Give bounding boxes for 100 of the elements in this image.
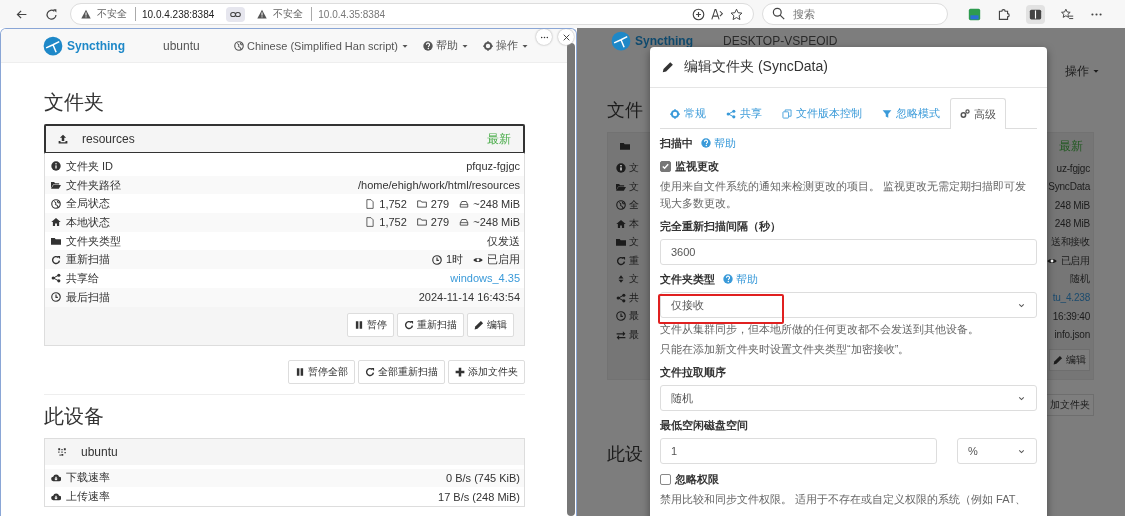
pencil-icon xyxy=(474,319,484,330)
help-text: 只能在添加新文件夹时设置文件夹类型“加密接收”。 xyxy=(660,342,911,357)
row-value: uz-fgjgc xyxy=(1056,162,1090,174)
dropdown[interactable]: 随机 xyxy=(660,385,1037,411)
device-icon xyxy=(57,446,67,457)
info-icon xyxy=(616,163,626,174)
folder-global-button[interactable]: 暂停全部 xyxy=(288,359,355,384)
close-icon xyxy=(561,32,571,42)
size-value: ~248 MiB xyxy=(473,197,520,210)
row-label: 全 xyxy=(629,198,639,213)
row-label: 共享给 xyxy=(66,270,99,286)
folder-header[interactable]: resources 最新 xyxy=(44,124,525,154)
refresh-icon xyxy=(51,254,61,265)
tab[interactable]: 高级 xyxy=(950,98,1006,129)
row-label: 重 xyxy=(629,253,639,268)
warning-icon xyxy=(81,9,91,19)
row-value: 2024-11-14 16:43:54 xyxy=(418,291,520,304)
scrollbar[interactable] xyxy=(567,43,575,516)
globe-icon xyxy=(616,200,626,211)
globe-icon xyxy=(51,198,61,209)
row-value: 仅发送 xyxy=(487,233,520,249)
close-button[interactable] xyxy=(558,29,574,45)
section-heading: 此设备 xyxy=(44,403,104,429)
field-label: 扫描中 xyxy=(660,135,693,151)
row-value: 16:39:40 xyxy=(1052,310,1090,322)
row-label: 文 xyxy=(629,161,639,176)
section-heading: 文件夹 xyxy=(44,90,104,115)
folder-icon xyxy=(51,236,61,247)
file-count: 1,752 xyxy=(379,197,407,210)
syncthing-logo[interactable]: Syncthing xyxy=(43,35,125,56)
clock-icon xyxy=(431,254,442,265)
folder-action-button[interactable]: 编辑 xyxy=(467,312,514,337)
text-field[interactable]: 1 xyxy=(660,438,937,464)
filter-icon xyxy=(882,108,892,119)
search-icon xyxy=(772,7,785,20)
checkbox[interactable] xyxy=(660,473,671,485)
rescan-interval: 1时 xyxy=(445,252,463,268)
folder-global-button[interactable]: 添加文件夹 xyxy=(448,359,525,384)
help-text: 禁用比较和同步文件权限。 适用于不存在或自定义权限的系统（例如 FAT、 xyxy=(660,492,1028,507)
field-label: 文件夹类型 xyxy=(660,271,715,287)
nav-menu: 操作 xyxy=(1065,62,1089,80)
read-aloud-icon xyxy=(711,7,724,21)
help-text: 文件从集群同步，但本地所做的任何更改都不会发送到其他设备。 xyxy=(660,322,980,337)
folder-action-button[interactable]: 重新扫描 xyxy=(397,312,464,337)
question-icon xyxy=(723,274,733,284)
row-value: info.json xyxy=(1054,329,1090,341)
folder-action-button[interactable]: 暂停 xyxy=(347,312,394,337)
caret-icon xyxy=(1092,67,1100,75)
folder-count: 279 xyxy=(430,197,450,210)
cloud-icon xyxy=(51,491,61,502)
row-value: SyncData xyxy=(1048,181,1090,193)
folder-status: 最新 xyxy=(1059,137,1083,155)
nav-menu[interactable]: Chinese (Simplified Han script) xyxy=(234,39,409,52)
clock-icon xyxy=(51,292,61,303)
copy-icon xyxy=(782,108,792,119)
row-label: 全局状态 xyxy=(66,196,110,212)
security-label: 不安全 xyxy=(97,7,136,21)
search-field[interactable]: 搜索 xyxy=(762,3,948,25)
device-name: ubuntu xyxy=(163,38,200,53)
unit-dropdown[interactable]: % xyxy=(957,438,1037,464)
share-icon xyxy=(51,273,61,284)
nav-menu[interactable]: 帮助 xyxy=(423,38,469,53)
row-label: 文件夹 ID xyxy=(66,158,114,174)
address-bar[interactable]: 不安全 10.0.4.238:8384 不安全 10.0.4.35:8384 xyxy=(70,3,754,25)
drive-icon xyxy=(459,198,470,209)
nav-menu[interactable]: 操作 xyxy=(483,38,529,53)
pencil-icon xyxy=(662,61,674,73)
text-field[interactable]: 3600 xyxy=(660,239,1037,265)
checkbox[interactable] xyxy=(660,160,671,172)
exchange-icon xyxy=(616,329,626,340)
section-heading: 此设 xyxy=(607,443,643,466)
field-label: 文件拉取顺序 xyxy=(660,364,726,380)
syncthing-logo: Syncthing xyxy=(611,31,693,51)
gear-icon xyxy=(483,40,493,51)
split-screen-icon xyxy=(1029,7,1042,21)
row-value: 17 B/s (248 MiB) xyxy=(438,490,520,503)
row-label: 文 xyxy=(629,179,639,194)
row-label: 本地状态 xyxy=(66,214,110,230)
share-icon xyxy=(616,292,626,303)
star-icon xyxy=(730,7,743,21)
row-value: 0 B/s (745 KiB) xyxy=(446,471,520,484)
refresh-icon xyxy=(616,255,626,266)
warning-icon xyxy=(257,9,268,19)
clock-icon xyxy=(616,311,626,322)
logo-icon xyxy=(43,35,63,56)
row-label: 文件夹类型 xyxy=(66,233,121,249)
plus-icon xyxy=(455,366,465,377)
gear-icon xyxy=(670,108,680,119)
favorites-icon xyxy=(1061,7,1074,21)
pencil-icon xyxy=(1053,355,1063,365)
pause-icon xyxy=(354,319,364,330)
checkbox-label: 忽略权限 xyxy=(675,471,719,487)
row-value: pfquz-fgjgc xyxy=(466,160,520,173)
watcher-status: 已启用 xyxy=(1060,253,1090,268)
gears-icon xyxy=(960,109,970,119)
row-value: 248 MiB xyxy=(1054,218,1090,230)
field-label: 完全重新扫描间隔（秒） xyxy=(660,218,781,234)
folder-global-button[interactable]: 全部重新扫描 xyxy=(358,359,445,384)
row-label: 文 xyxy=(629,235,639,250)
row-label: 本 xyxy=(629,216,639,231)
